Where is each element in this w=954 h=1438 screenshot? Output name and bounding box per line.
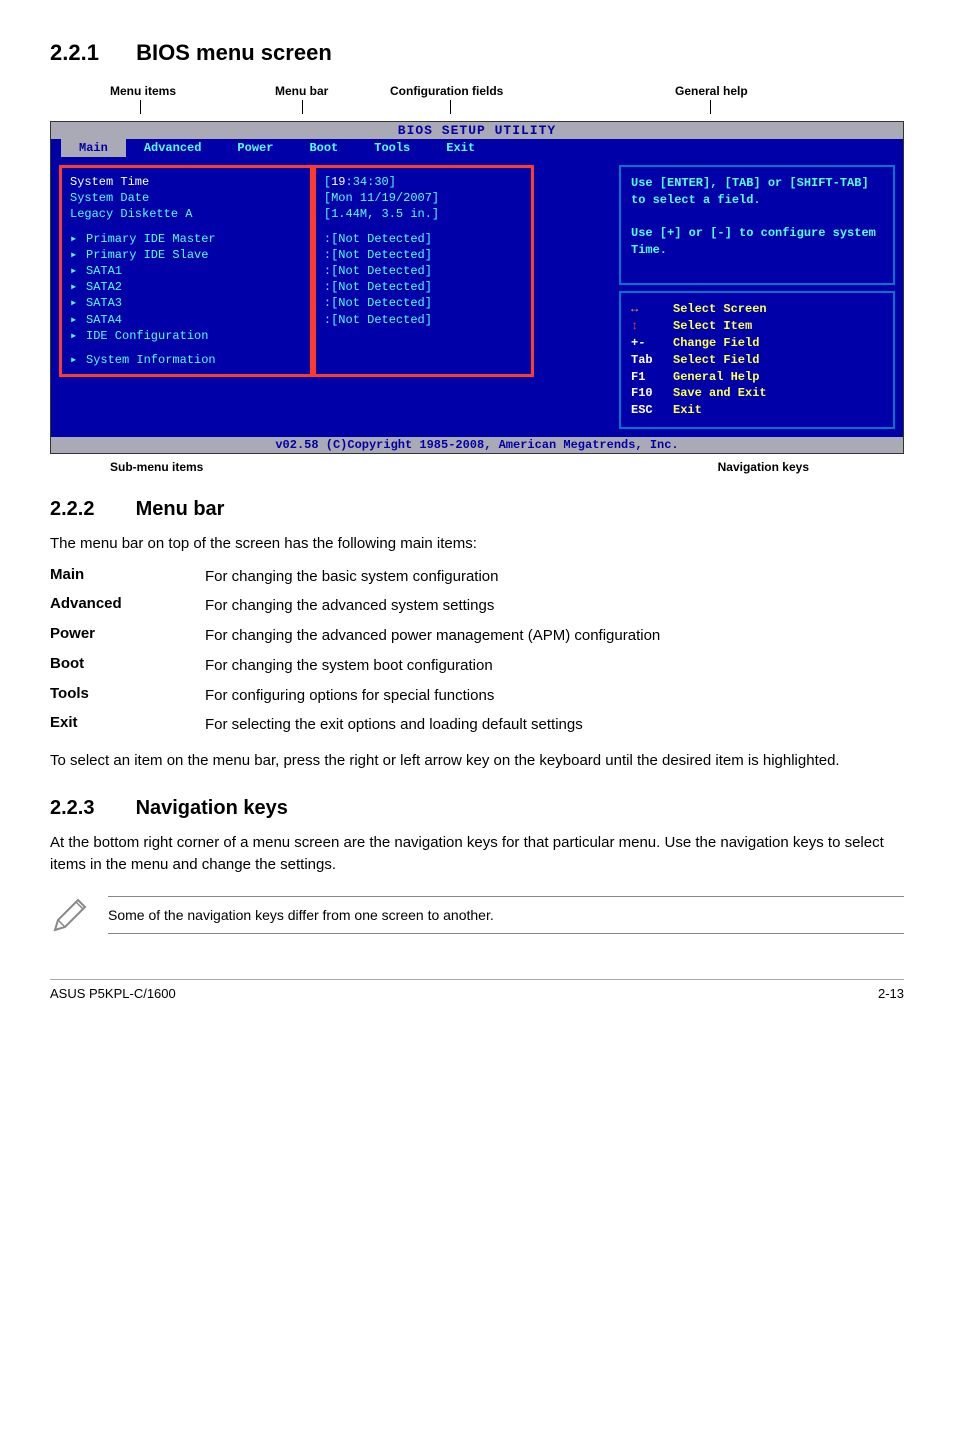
bios-field-sata2[interactable]: ▸SATA2 <box>70 279 302 295</box>
nav-key-ud: ↕ <box>631 318 673 335</box>
heading-title: Menu bar <box>136 498 225 520</box>
heading-number: 2.2.1 <box>50 40 130 66</box>
bios-field-sata1[interactable]: ▸SATA1 <box>70 263 302 279</box>
label-general-help: General help <box>675 84 748 98</box>
bios-value-diskette: [1.44M, 3.5 in.] <box>324 206 439 222</box>
bios-field-sata3[interactable]: ▸SATA3 <box>70 295 302 311</box>
def-desc: For changing the system boot configurati… <box>205 655 904 677</box>
menubar-footer-text: To select an item on the menu bar, press… <box>50 750 904 773</box>
menubar-definitions: MainFor changing the basic system config… <box>50 566 904 737</box>
bios-help-text: Use [ENTER], [TAB] or [SHIFT-TAB] to sel… <box>631 175 883 259</box>
nav-key-tab: Tab <box>631 352 673 369</box>
heading-navigation-keys: 2.2.3 Navigation keys <box>50 797 904 820</box>
nav-desc: Select Screen <box>673 301 767 318</box>
bios-field-system-date[interactable]: System Date <box>70 190 302 206</box>
footer-right: 2-13 <box>878 986 904 1001</box>
def-desc: For changing the basic system configurat… <box>205 566 904 588</box>
bios-field-primary-ide-master[interactable]: ▸Primary IDE Master <box>70 231 302 247</box>
def-term: Exit <box>50 714 205 736</box>
bios-help-box: Use [ENTER], [TAB] or [SHIFT-TAB] to sel… <box>619 165 895 285</box>
def-term: Advanced <box>50 595 205 617</box>
label-config-fields: Configuration fields <box>390 84 503 98</box>
bios-nav-box: ↔Select Screen ↕Select Item +-Change Fie… <box>619 291 895 429</box>
nav-key-esc: ESC <box>631 402 673 419</box>
def-desc: For selecting the exit options and loadi… <box>205 714 904 736</box>
nav-desc: Exit <box>673 402 702 419</box>
nav-desc: Select Field <box>673 352 759 369</box>
def-term: Tools <box>50 685 205 707</box>
nav-key-pm: +- <box>631 335 673 352</box>
nav-key-lr: ↔ <box>631 301 673 318</box>
nav-desc: Change Field <box>673 335 759 352</box>
footer-left: ASUS P5KPL-C/1600 <box>50 986 176 1001</box>
def-term: Power <box>50 625 205 647</box>
def-term: Boot <box>50 655 205 677</box>
bios-value-sata2: :[Not Detected] <box>324 279 432 295</box>
nav-desc: Select Item <box>673 318 752 335</box>
bios-tab-advanced[interactable]: Advanced <box>126 139 220 157</box>
heading-number: 2.2.2 <box>50 498 130 521</box>
label-menu-items: Menu items <box>110 84 176 98</box>
nav-desc: General Help <box>673 369 759 386</box>
heading-title: BIOS menu screen <box>136 40 332 65</box>
def-desc: For configuring options for special func… <box>205 685 904 707</box>
bios-field-system-info[interactable]: ▸System Information <box>70 352 302 368</box>
page-footer: ASUS P5KPL-C/1600 2-13 <box>50 979 904 1001</box>
bios-value-pim: :[Not Detected] <box>324 231 432 247</box>
bios-field-primary-ide-slave[interactable]: ▸Primary IDE Slave <box>70 247 302 263</box>
bios-value-time: [19:34:30] <box>324 174 396 190</box>
menubar-intro: The menu bar on top of the screen has th… <box>50 533 904 556</box>
bios-field-system-time[interactable]: System Time <box>70 174 302 190</box>
bios-footer: v02.58 (C)Copyright 1985-2008, American … <box>51 437 903 453</box>
bios-tab-boot[interactable]: Boot <box>291 139 356 157</box>
note-row: Some of the navigation keys differ from … <box>50 891 904 939</box>
def-desc: For changing the advanced system setting… <box>205 595 904 617</box>
pencil-icon <box>50 895 90 935</box>
def-desc: For changing the advanced power manageme… <box>205 625 904 647</box>
bios-field-legacy-diskette[interactable]: Legacy Diskette A <box>70 206 302 222</box>
note-text: Some of the navigation keys differ from … <box>108 896 904 934</box>
bios-menubar: Main Advanced Power Boot Tools Exit <box>51 139 903 157</box>
bios-tab-exit[interactable]: Exit <box>428 139 493 157</box>
label-navigation-keys: Navigation keys <box>718 460 809 474</box>
bios-value-sata3: :[Not Detected] <box>324 295 432 311</box>
bios-tab-main[interactable]: Main <box>61 139 126 157</box>
bios-value-sata1: :[Not Detected] <box>324 263 432 279</box>
def-term: Main <box>50 566 205 588</box>
bios-field-ide-config[interactable]: ▸IDE Configuration <box>70 328 302 344</box>
heading-bios-menu-screen: 2.2.1 BIOS menu screen <box>50 40 904 66</box>
top-label-row: Menu items Menu bar Configuration fields… <box>50 84 904 116</box>
heading-title: Navigation keys <box>136 797 288 819</box>
bios-tab-tools[interactable]: Tools <box>356 139 428 157</box>
bios-window: BIOS SETUP UTILITY Main Advanced Power B… <box>50 121 904 454</box>
heading-menu-bar: 2.2.2 Menu bar <box>50 498 904 521</box>
label-menu-bar: Menu bar <box>275 84 328 98</box>
heading-number: 2.2.3 <box>50 797 130 820</box>
bios-field-sata4[interactable]: ▸SATA4 <box>70 312 302 328</box>
bios-titlebar: BIOS SETUP UTILITY <box>51 122 903 139</box>
bios-tab-power[interactable]: Power <box>219 139 291 157</box>
bios-value-date: [Mon 11/19/2007] <box>324 190 439 206</box>
bios-value-sata4: :[Not Detected] <box>324 312 432 328</box>
bottom-labels-row: Sub-menu items Navigation keys <box>50 460 904 474</box>
navkeys-text: At the bottom right corner of a menu scr… <box>50 832 904 877</box>
bios-value-pis: :[Not Detected] <box>324 247 432 263</box>
nav-key-f10: F10 <box>631 385 673 402</box>
nav-desc: Save and Exit <box>673 385 767 402</box>
label-submenu-items: Sub-menu items <box>110 460 203 474</box>
nav-key-f1: F1 <box>631 369 673 386</box>
